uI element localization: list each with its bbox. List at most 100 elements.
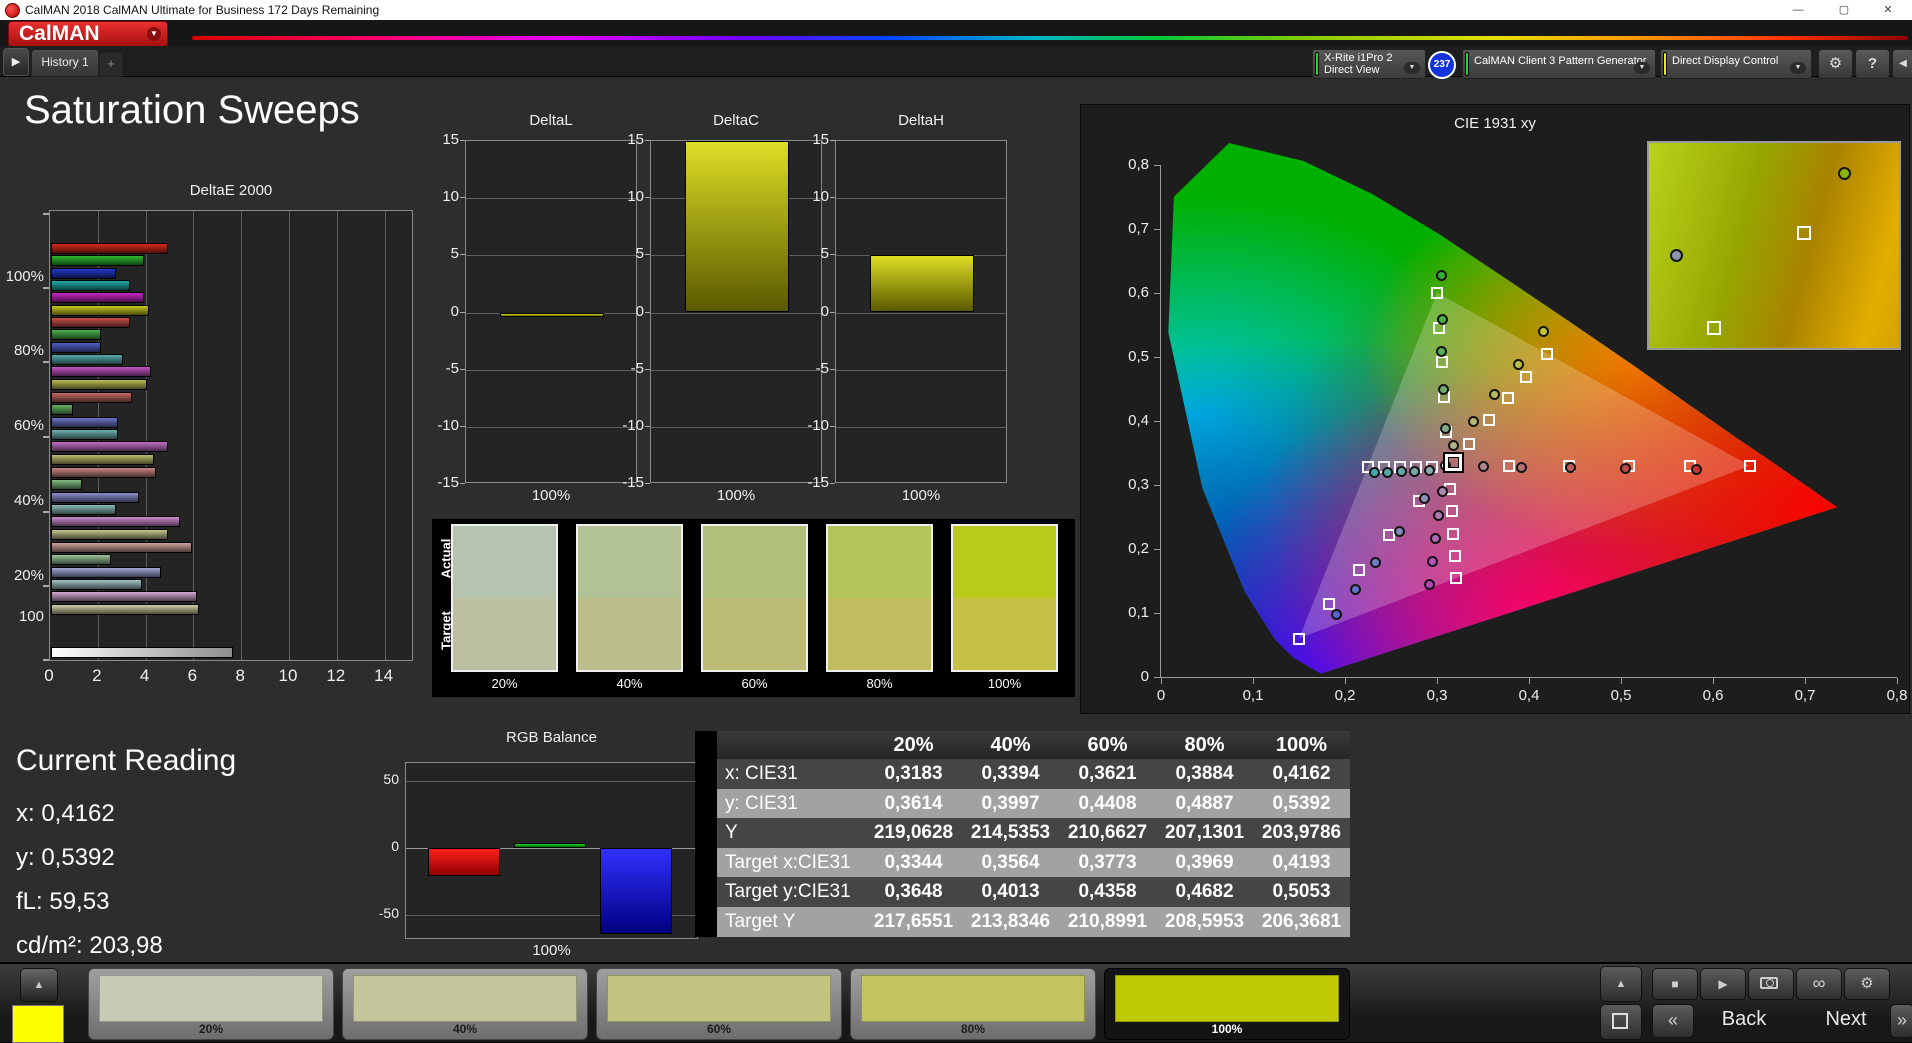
meter-mode: Direct View xyxy=(1324,64,1380,76)
target-point xyxy=(1520,371,1533,384)
source-status-bar xyxy=(1465,52,1469,76)
x-tick-label: 100% xyxy=(532,942,571,959)
page-last-button[interactable]: » xyxy=(1890,1004,1912,1038)
pattern-preview-window[interactable] xyxy=(12,1005,64,1043)
row-label: Target x:CIE31 xyxy=(717,847,865,878)
plot-area xyxy=(835,140,1007,483)
table-row: Target x:CIE31 0,3344 0,3564 0,3773 0,3969 0,… xyxy=(695,847,1350,878)
close-button[interactable]: ✕ xyxy=(1868,0,1908,20)
x-tick-label: 0,2 xyxy=(1334,687,1356,704)
x-tick-label: 0,3 xyxy=(1426,687,1448,704)
display-control-dropdown[interactable]: Direct Display Control ▼ xyxy=(1660,49,1812,79)
target-point xyxy=(1462,437,1475,450)
x-tick-label: 100% xyxy=(901,487,941,504)
pattern-source-label: CalMAN Client 3 Pattern Generator xyxy=(1474,55,1647,67)
table-cell: 0,4408 xyxy=(1059,788,1156,819)
table-cell: 203,9786 xyxy=(1253,818,1350,848)
table-row: Y 219,0628 214,5353 210,6627 207,1301 203,978… xyxy=(695,818,1350,848)
row-label: Y xyxy=(717,818,865,848)
y-tick-label: 5 xyxy=(820,245,829,263)
row-label: Target y:CIE31 xyxy=(717,877,865,907)
pattern-label: 40% xyxy=(452,1022,478,1036)
measured-point xyxy=(1512,358,1524,370)
capture-button[interactable] xyxy=(1748,968,1794,1000)
table-cell: 0,5392 xyxy=(1253,788,1350,819)
target-swatch xyxy=(828,598,931,670)
rgb-bar-red xyxy=(428,848,500,877)
continuous-read-button[interactable]: ∞ xyxy=(1796,968,1842,1000)
display-status-bar xyxy=(1663,52,1667,76)
next-button[interactable]: Next xyxy=(1804,1008,1888,1031)
table-cell: 0,3614 xyxy=(865,788,962,819)
pattern-frame-button[interactable] xyxy=(1600,1004,1642,1040)
stop-icon: ■ xyxy=(1671,977,1679,991)
table-cell: 0,4193 xyxy=(1253,847,1350,878)
back-button[interactable]: Back xyxy=(1696,1008,1792,1031)
page-first-button[interactable]: « xyxy=(1652,1004,1694,1038)
measured-point xyxy=(1382,466,1394,478)
stop-button[interactable]: ■ xyxy=(1652,968,1698,1000)
target-point xyxy=(1293,632,1305,645)
column-header: 60% xyxy=(1059,731,1156,759)
actual-swatch xyxy=(828,526,931,598)
meter-count-badge[interactable]: 237 xyxy=(1428,51,1456,79)
meter-dropdown[interactable]: X-Rite i1Pro 2 Direct View ▼ xyxy=(1312,49,1426,79)
pattern-label: 20% xyxy=(198,1022,224,1036)
target-point xyxy=(1435,356,1448,369)
settings-button[interactable]: ⚙ xyxy=(1818,49,1853,79)
play-button[interactable]: ▶ xyxy=(1700,968,1746,1000)
target-point xyxy=(1743,459,1756,472)
y-tick-label: 50 xyxy=(383,771,399,787)
pattern-button-100%[interactable]: 100% xyxy=(1104,968,1350,1040)
table-cell: 0,4358 xyxy=(1059,877,1156,907)
measured-point xyxy=(1393,525,1405,537)
inset-target-point xyxy=(1797,226,1811,241)
table-row: y: CIE31 0,3614 0,3997 0,4408 0,4887 0,5392 xyxy=(695,788,1350,819)
measured-point xyxy=(1424,578,1436,590)
pattern-button-60%[interactable]: 60% xyxy=(596,968,842,1040)
help-button[interactable]: ? xyxy=(1855,49,1890,79)
table-header-row: 20% 40% 60% 80% 100% xyxy=(695,731,1350,759)
table-cell: 0,4682 xyxy=(1156,877,1253,907)
y-tick-label: 10 xyxy=(812,188,829,206)
x-tick-label: 0,8 xyxy=(1886,687,1908,704)
y-tick-label: 15 xyxy=(812,131,829,148)
table-cell: 210,6627 xyxy=(1059,818,1156,848)
table-cell: 219,0628 xyxy=(865,818,962,848)
measured-point xyxy=(1368,467,1380,479)
pattern-button-80%[interactable]: 80% xyxy=(850,968,1096,1040)
pattern-button-40%[interactable]: 40% xyxy=(342,968,588,1040)
pattern-swatch xyxy=(861,975,1085,1022)
column-header: 80% xyxy=(1156,731,1253,759)
table-cell: 206,3681 xyxy=(1253,906,1350,937)
gear-icon: ⚙ xyxy=(1828,55,1843,72)
pattern-up-button[interactable]: ▲ xyxy=(1600,966,1642,1002)
rgb-bar-green xyxy=(514,842,586,848)
y-tick-label: 0 xyxy=(820,302,829,320)
chevrons-left-icon: « xyxy=(1667,1010,1678,1030)
pattern-bar-expand-button[interactable]: ▲ xyxy=(20,968,58,1002)
measured-point xyxy=(1349,583,1361,595)
chart-title: RGB Balance xyxy=(506,729,597,746)
measured-point xyxy=(1690,463,1702,475)
pattern-button-20%[interactable]: 20% xyxy=(88,968,334,1040)
maximize-button[interactable]: ▢ xyxy=(1824,0,1864,20)
pattern-source-dropdown[interactable]: CalMAN Client 3 Pattern Generator ▼ xyxy=(1462,49,1656,79)
table-cell: 0,4887 xyxy=(1156,788,1253,819)
swatch-pair xyxy=(826,524,933,672)
table-row: Target Y 217,6551 213,8346 210,8991 208,5953… xyxy=(695,906,1350,937)
measured-point xyxy=(1477,460,1489,472)
measurement-table: 20% 40% 60% 80% 100% x: CIE31 0,3183 0,3394 0,36… xyxy=(695,731,1350,937)
table-cell: 217,6551 xyxy=(865,906,962,937)
minimize-button[interactable]: — xyxy=(1778,0,1818,20)
y-tick-label: 0,2 xyxy=(1128,540,1149,557)
collapse-panel-button[interactable]: ◀ xyxy=(1892,49,1912,79)
pattern-settings-button[interactable]: ⚙ xyxy=(1844,968,1890,1000)
pattern-label: 60% xyxy=(706,1022,732,1036)
table-cell: 214,5353 xyxy=(962,818,1059,848)
y-tick-label: 0 xyxy=(391,838,399,854)
target-point xyxy=(1445,505,1458,518)
measured-point xyxy=(1395,466,1407,478)
target-point xyxy=(1450,572,1463,585)
measured-point xyxy=(1424,464,1436,476)
